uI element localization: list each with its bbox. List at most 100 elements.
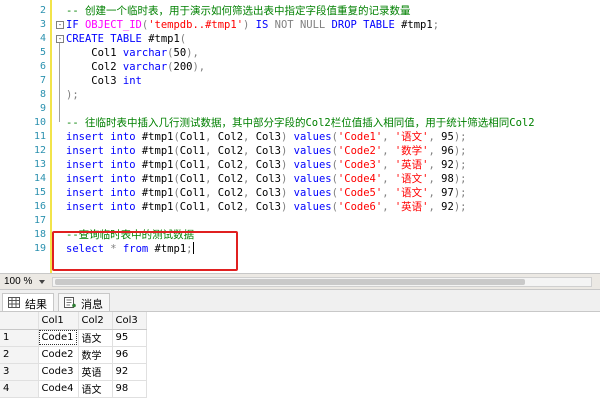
code-token: ; (432, 19, 440, 31)
code-token: varchar (122, 47, 168, 59)
table-cell[interactable]: 语文 (78, 329, 113, 347)
code-token: Col2 (217, 159, 244, 171)
code-token: Col3 (255, 159, 281, 171)
code-line[interactable]: 5 Col1 varchar(50), (0, 46, 600, 60)
table-cell[interactable]: 92 (112, 363, 147, 381)
code-line[interactable]: 9 (0, 102, 600, 116)
results-tabs: 结果 消息 (0, 290, 600, 312)
code-line[interactable]: 14 insert into #tmp1(Col1, Col2, Col3) va… (0, 172, 600, 186)
chevron-down-icon[interactable] (37, 277, 47, 287)
code-token: Col2 (217, 201, 244, 213)
table-cell[interactable]: Code4 (38, 380, 79, 398)
sql-editor[interactable]: 2 -- 创建一个临时表，用于演示如何筛选出表中指定字段值重复的记录数量 3 - IF … (0, 0, 600, 273)
code-token: ( (179, 33, 187, 45)
code-token: '数学' (394, 145, 429, 157)
table-row[interactable]: 1 Code1 语文 95 (0, 329, 147, 347)
table-cell[interactable]: 英语 (78, 363, 113, 381)
code-token: ); (453, 201, 467, 213)
code-token: #tmp1 (141, 145, 174, 157)
column-header[interactable]: Col2 (78, 312, 113, 330)
code-token: 96 (441, 145, 454, 157)
line-number: 13 (33, 159, 46, 170)
code-token: ); (453, 145, 467, 157)
collapse-toggle-icon[interactable]: - (56, 21, 64, 29)
code-token: #tmp1 (141, 201, 174, 213)
code-token: 200 (173, 61, 193, 73)
row-number[interactable]: 1 (0, 329, 39, 347)
code-token: , (382, 201, 395, 213)
code-token: , (243, 131, 256, 143)
code-line[interactable]: 7 Col3 int (0, 74, 600, 88)
table-cell[interactable]: 数学 (78, 346, 113, 364)
row-number[interactable]: 4 (0, 380, 39, 398)
column-header[interactable]: Col3 (112, 312, 147, 330)
code-token: insert into (66, 201, 142, 213)
code-line[interactable]: 11 insert into #tmp1(Col1, Col2, Col3) va… (0, 130, 600, 144)
tab-label: 消息 (81, 299, 103, 311)
code-token: , (205, 159, 218, 171)
code-token: Col3 (255, 201, 281, 213)
code-line[interactable]: 15 insert into #tmp1(Col1, Col2, Col3) va… (0, 186, 600, 200)
code-token: 50 (173, 47, 187, 59)
code-line[interactable]: 2 -- 创建一个临时表，用于演示如何筛选出表中指定字段值重复的记录数量 (0, 4, 600, 18)
code-token: insert into (66, 145, 142, 157)
table-cell[interactable]: 95 (112, 329, 147, 347)
line-number: 3 (39, 19, 46, 30)
row-number[interactable]: 2 (0, 346, 39, 364)
row-header-corner[interactable] (0, 312, 39, 330)
code-text: -- 创建一个临时表，用于演示如何筛选出表中指定字段值重复的记录数量 (66, 4, 410, 18)
code-line[interactable]: 4 - CREATE TABLE #tmp1( (0, 32, 600, 46)
code-token: , (382, 145, 395, 157)
code-token: Col2 (217, 187, 244, 199)
code-line[interactable]: 10 -- 往临时表中插入几行测试数据，其中部分字段的Col2栏位值插入相同值，用… (0, 116, 600, 130)
code-token: 95 (441, 131, 454, 143)
code-token: values (293, 201, 332, 213)
tab-messages[interactable]: 消息 (58, 293, 110, 311)
code-token: #tmp1 (141, 131, 174, 143)
horizontal-scrollbar[interactable] (52, 277, 592, 287)
code-token: , (205, 173, 218, 185)
code-token: #tmp1 (141, 159, 174, 171)
table-cell[interactable]: Code1 (38, 329, 79, 347)
table-cell[interactable]: 语文 (78, 380, 113, 398)
results-grid[interactable]: Col1 Col2 Col3 1 Code1 语文 95 2 Code2 数学 … (0, 312, 600, 400)
line-number: 18 (33, 229, 46, 240)
line-number: 6 (39, 61, 46, 72)
code-token: , (382, 173, 395, 185)
code-token: values (293, 187, 332, 199)
code-token: Col1 (179, 159, 206, 171)
code-text: insert into #tmp1(Col1, Col2, Col3) valu… (66, 130, 466, 144)
code-token: varchar (122, 61, 168, 73)
code-token: Col2 (217, 145, 244, 157)
code-token: insert into (66, 131, 142, 143)
code-line[interactable]: 8); (0, 88, 600, 102)
table-cell[interactable]: Code2 (38, 346, 79, 364)
table-row[interactable]: 2 Code2 数学 96 (0, 346, 147, 364)
table-cell[interactable]: 96 (112, 346, 147, 364)
code-token: #tmp1 (148, 33, 180, 45)
code-line[interactable]: 17 (0, 214, 600, 228)
code-line[interactable]: 3 - IF OBJECT_ID('tempdb..#tmp1') IS NOT N… (0, 18, 600, 32)
code-line[interactable]: 13 insert into #tmp1(Col1, Col2, Col3) va… (0, 158, 600, 172)
code-token: '语文' (394, 187, 429, 199)
code-token: Col1 (66, 47, 123, 59)
code-line[interactable]: 6 Col2 varchar(200), (0, 60, 600, 74)
code-token: , (428, 201, 442, 213)
zoom-level[interactable]: 100 % (4, 276, 32, 287)
tab-results[interactable]: 结果 (2, 293, 54, 311)
table-row[interactable]: 4 Code4 语文 98 (0, 380, 147, 398)
row-number[interactable]: 3 (0, 363, 39, 381)
code-line[interactable]: 16 insert into #tmp1(Col1, Col2, Col3) va… (0, 200, 600, 214)
scrollbar-thumb[interactable] (55, 279, 525, 285)
code-line[interactable]: 12 insert into #tmp1(Col1, Col2, Col3) va… (0, 144, 600, 158)
column-header[interactable]: Col1 (38, 312, 79, 330)
code-token: Col1 (179, 187, 206, 199)
table-cell[interactable]: 98 (112, 380, 147, 398)
header-row: Col1 Col2 Col3 (0, 312, 147, 330)
code-text: CREATE TABLE #tmp1( (66, 32, 186, 46)
code-token: Col2 (217, 173, 244, 185)
table-row[interactable]: 3 Code3 英语 92 (0, 363, 147, 381)
collapse-toggle-icon[interactable]: - (56, 35, 64, 43)
table-cell[interactable]: Code3 (38, 363, 79, 381)
code-text: IF OBJECT_ID('tempdb..#tmp1') IS NOT NUL… (66, 18, 439, 32)
